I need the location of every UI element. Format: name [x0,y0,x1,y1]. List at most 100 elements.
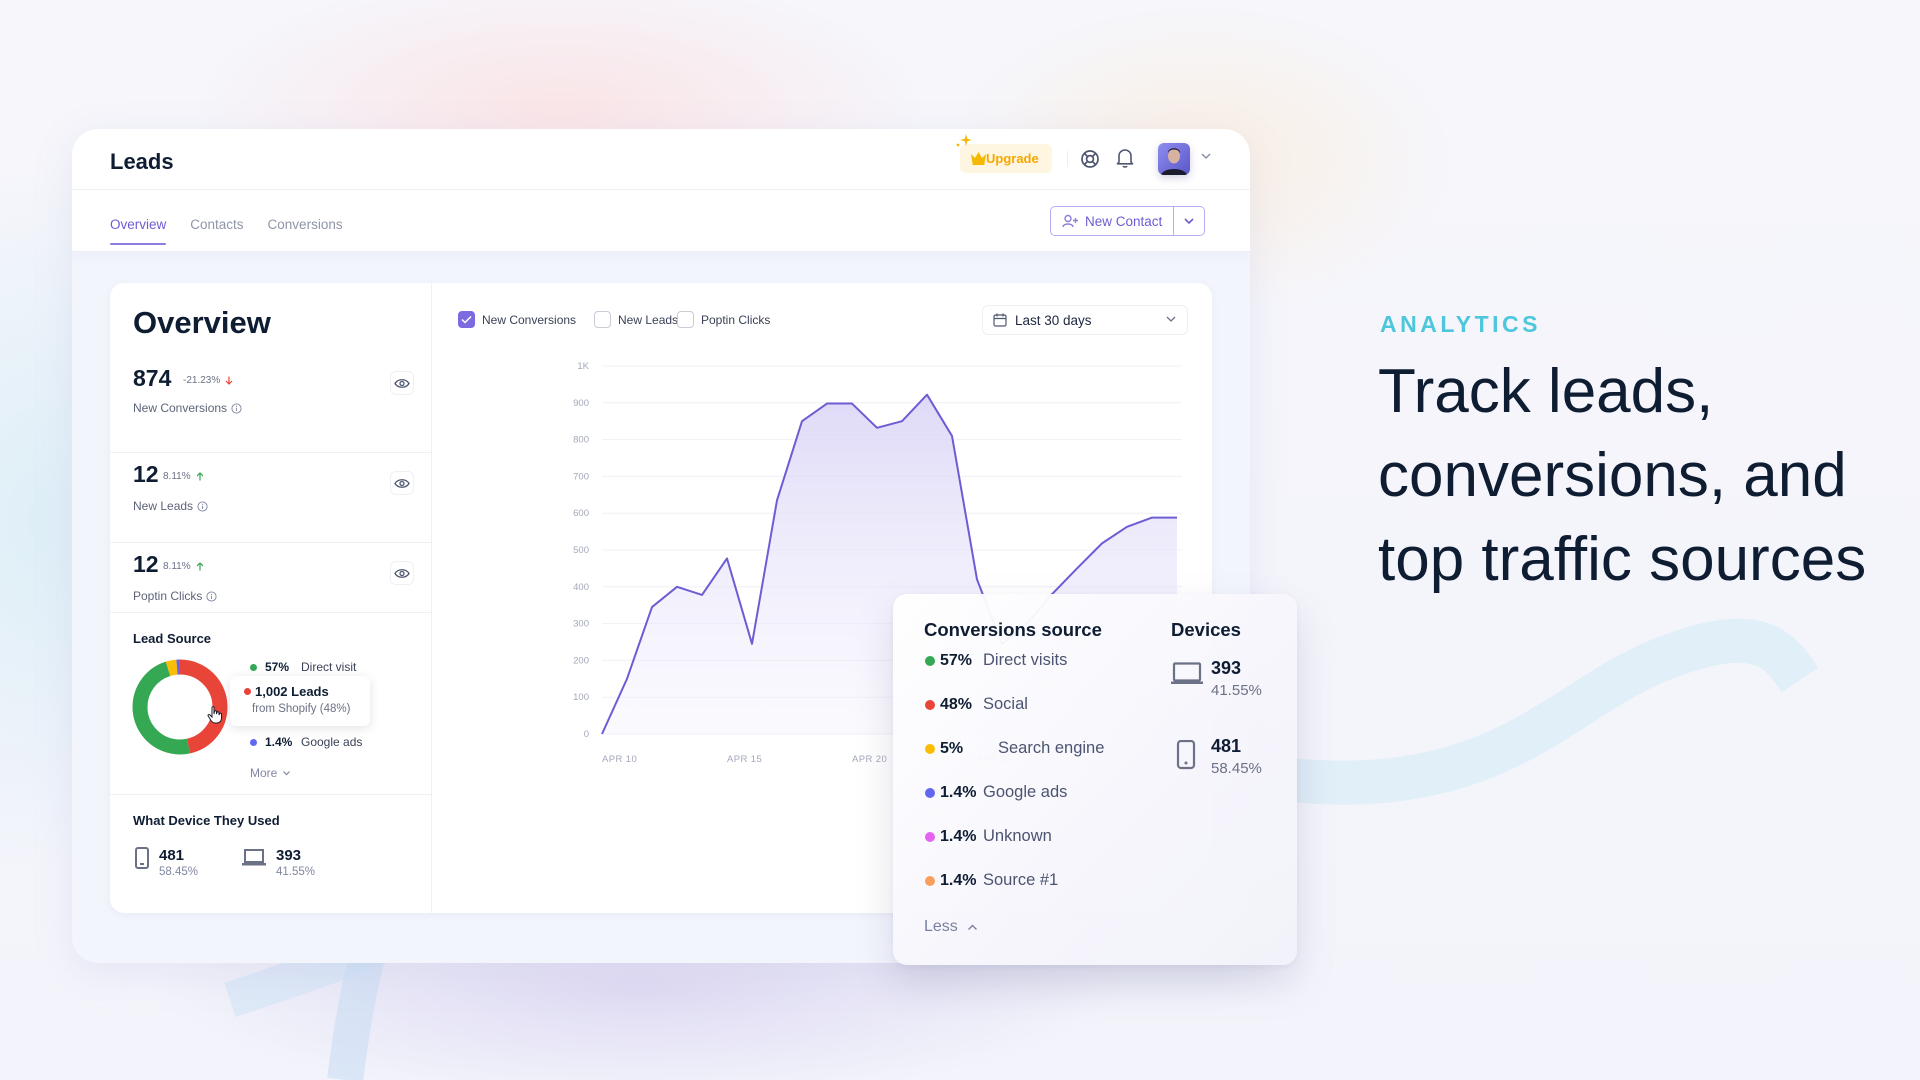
stat-label: New Conversions [133,401,242,415]
stat-delta: -21.23% [183,375,233,386]
stat-delta-value: 8.11% [163,561,191,572]
app-topbar: Leads Upgrade Overview Contacts Conversi… [72,129,1250,252]
legend-item: 1.4% Google ads [250,735,362,749]
legend-item: 57% Direct visit [250,660,356,674]
chevron-down-icon [1184,218,1194,225]
new-contact-dropdown-toggle[interactable] [1174,207,1204,235]
y-tick-label: 1K [577,361,589,372]
device-count: 393 [276,847,302,864]
section-eyebrow: ANALYTICS [1380,311,1541,337]
device-pct: 58.45% [1211,760,1262,777]
eye-icon [394,478,410,488]
donut-tooltip: 1,002 Leads from Shopify (48%) [230,676,370,726]
chevron-down-icon[interactable] [1200,152,1212,160]
mobile-icon [1176,740,1196,770]
source-pct: 5% [940,739,964,757]
eye-icon [394,378,410,388]
user-avatar[interactable] [1158,143,1190,175]
popup-device-laptop: 393 41.55% [1171,658,1262,699]
legend-dot [250,663,257,671]
lead-source-title: Lead Source [133,631,212,646]
popup-device-mobile: 481 58.45% [1171,736,1262,777]
stat-label-text: Poptin Clicks [133,589,203,603]
device-pct: 41.55% [276,866,316,878]
add-user-icon [1062,214,1078,228]
stat-value: 874 [133,365,172,391]
info-icon[interactable] [197,500,208,512]
device-count: 481 [159,847,185,864]
new-contact-button[interactable]: New Contact [1051,207,1175,235]
tab-conversions[interactable]: Conversions [268,217,343,245]
source-pct: 1.4% [940,871,977,889]
source-name: Google ads [983,783,1068,801]
page-title: Leads [110,149,174,174]
upgrade-label: Upgrade [986,151,1039,166]
stat-delta-value: 8.11% [163,471,191,482]
y-tick-label: 500 [573,545,589,556]
hand-cursor-icon [207,706,222,724]
tooltip-title-text: 1,002 Leads [255,684,329,699]
source-dot [925,787,935,798]
source-pct: 1.4% [940,827,977,845]
stat-label-text: New Leads [133,499,194,513]
header-divider [1067,151,1068,167]
y-tick-label: 100 [573,692,589,703]
upgrade-button[interactable]: Upgrade [956,134,1052,173]
chevron-up-icon [967,924,977,930]
x-tick-label: APR 20 [852,754,887,765]
avatar-image [1158,143,1190,175]
tooltip-dot [244,688,251,695]
more-label: More [250,766,278,780]
y-tick-label: 900 [573,398,589,409]
tab-contacts[interactable]: Contacts [190,217,243,245]
arrow-up-icon [196,562,204,571]
stat-value: 12 [133,551,159,577]
new-contact-split-button: New Contact [1050,206,1206,236]
y-tick-label: 600 [573,508,589,519]
stat-label: New Leads [133,499,208,513]
stat-value: 12 [133,461,159,487]
chevron-down-icon [283,771,291,776]
x-tick-label: APR 10 [602,754,637,765]
more-button[interactable]: More [250,766,291,780]
legend-name: Direct visit [301,660,357,674]
info-icon[interactable] [231,402,242,414]
less-label: Less [924,918,958,935]
overview-title: Overview [133,305,271,340]
info-icon[interactable] [206,590,217,602]
stat-delta: 8.11% [163,561,204,572]
sources-title: Conversions source [924,619,1102,640]
toggle-visibility-button[interactable] [390,561,414,585]
help-lifebuoy-icon[interactable] [1080,149,1100,169]
toggle-visibility-button[interactable] [390,371,414,395]
arrow-up-icon [196,472,204,481]
source-item: 5% Search engine [925,739,1104,758]
eye-icon [394,568,410,578]
stat-delta-value: -21.23% [183,375,221,386]
source-dot [925,699,935,710]
arrow-down-icon [225,376,233,385]
stat-label-text: New Conversions [133,401,228,415]
less-button[interactable]: Less [924,918,978,936]
mobile-icon [135,847,149,869]
x-tick-label: APR 15 [727,754,762,765]
y-tick-label: 300 [573,619,589,630]
toggle-visibility-button[interactable] [390,471,414,495]
devices-title: What Device They Used [133,813,280,828]
source-dot [925,875,935,886]
laptop-icon [242,849,266,866]
overview-stats-panel: Overview 874 -21.23% New Conversions 12 [110,283,432,913]
device-laptop: 393 41.55% [242,847,315,878]
y-tick-label: 700 [573,471,589,482]
app-header: Leads Upgrade [72,129,1250,190]
tab-overview[interactable]: Overview [110,217,167,245]
source-dot [925,655,935,666]
legend-pct: 57% [265,660,290,674]
source-dot [925,831,935,842]
stat-label: Poptin Clicks [133,589,217,603]
y-tick-label: 800 [573,435,589,446]
legend-name: Google ads [301,735,363,749]
stat-new-leads: 12 8.11% New Leads [110,453,432,543]
notification-bell-icon[interactable] [1116,147,1134,169]
source-item: 57% Direct visits [925,651,1067,670]
